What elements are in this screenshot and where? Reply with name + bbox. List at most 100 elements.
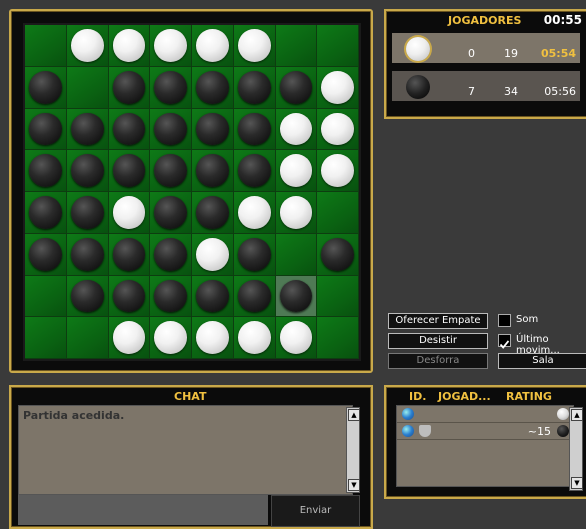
board-cell[interactable] (25, 192, 67, 234)
black-disc (70, 154, 104, 187)
board-cell[interactable] (233, 66, 276, 109)
board-cell[interactable] (275, 150, 318, 192)
board-cell[interactable] (275, 317, 318, 359)
board-cell[interactable] (192, 66, 234, 109)
chat-title: CHAT (174, 390, 207, 403)
board-cell[interactable] (275, 192, 318, 234)
board-cell[interactable] (233, 25, 276, 67)
black-disc (29, 237, 62, 271)
board-cell[interactable] (150, 275, 192, 318)
board-cell[interactable] (192, 192, 234, 234)
game-board[interactable] (23, 23, 361, 361)
board-cell[interactable] (150, 192, 192, 234)
board-cell[interactable] (150, 317, 192, 359)
white-disc (154, 29, 187, 62)
white-disc (112, 29, 146, 62)
black-disc (196, 112, 229, 146)
board-cell[interactable] (25, 150, 67, 192)
board-cell[interactable] (233, 275, 276, 318)
board-cell[interactable] (275, 66, 318, 109)
board-cell[interactable] (317, 108, 359, 151)
board-cell[interactable] (108, 275, 151, 318)
board-cell[interactable] (275, 25, 318, 67)
board-cell[interactable] (108, 192, 151, 234)
offer-draw-button[interactable]: Oferecer Empate (388, 313, 488, 329)
scroll-up-icon[interactable]: ▲ (571, 409, 583, 421)
board-cell[interactable] (317, 317, 359, 359)
black-disc (112, 279, 146, 313)
board-cell[interactable] (233, 192, 276, 234)
board-cell[interactable] (317, 275, 359, 318)
player-stat-a: 7 (468, 85, 475, 98)
board-cell[interactable] (108, 25, 151, 67)
board-cell[interactable] (192, 233, 234, 276)
board-cell[interactable] (192, 108, 234, 151)
game-clock: 00:55 (543, 13, 582, 27)
last-move-checkbox[interactable] (498, 334, 511, 349)
black-disc (29, 154, 62, 187)
board-cell[interactable] (233, 108, 276, 151)
board-cell[interactable] (317, 150, 359, 192)
board-cell[interactable] (66, 108, 109, 151)
board-cell[interactable] (192, 317, 234, 359)
board-cell[interactable] (233, 150, 276, 192)
send-button[interactable]: Enviar (271, 495, 360, 527)
board-cell[interactable] (66, 192, 109, 234)
board-cell[interactable] (66, 66, 109, 109)
room-scrollbar[interactable]: ▲ ▼ (569, 407, 583, 491)
board-cell[interactable] (66, 233, 109, 276)
board-cell[interactable] (275, 108, 318, 151)
board-cell[interactable] (108, 66, 151, 109)
rematch-button[interactable]: Desforra (388, 353, 488, 369)
room-button[interactable]: Sala (498, 353, 586, 369)
board-cell[interactable] (317, 233, 359, 276)
board-cell[interactable] (150, 108, 192, 151)
board-cell[interactable] (25, 317, 67, 359)
scroll-down-icon[interactable]: ▼ (348, 479, 360, 491)
scroll-down-icon[interactable]: ▼ (571, 477, 583, 489)
list-item[interactable] (397, 406, 573, 423)
black-disc (237, 237, 271, 271)
board-cell[interactable] (275, 275, 318, 318)
board-cell[interactable] (317, 192, 359, 234)
board-cell[interactable] (150, 66, 192, 109)
list-item[interactable]: ~15 (397, 423, 573, 440)
board-cell[interactable] (275, 233, 318, 276)
shield-icon (419, 425, 431, 437)
player-row: 0 19 05:54 (392, 33, 580, 63)
board-cell[interactable] (66, 25, 109, 67)
board-cell[interactable] (25, 233, 67, 276)
board-cell[interactable] (25, 66, 67, 109)
board-cell[interactable] (233, 317, 276, 359)
board-cell[interactable] (317, 66, 359, 109)
chat-scrollbar[interactable]: ▲ ▼ (346, 407, 360, 493)
board-cell[interactable] (66, 317, 109, 359)
board-cell[interactable] (150, 233, 192, 276)
board-cell[interactable] (25, 25, 67, 67)
board-cell[interactable] (317, 25, 359, 67)
board-cell[interactable] (233, 233, 276, 276)
board-cell[interactable] (108, 108, 151, 151)
board-cell[interactable] (108, 233, 151, 276)
board-cell[interactable] (66, 275, 109, 318)
black-disc (154, 196, 187, 229)
board-cell[interactable] (192, 275, 234, 318)
board-cell[interactable] (150, 150, 192, 192)
white-disc (237, 196, 271, 229)
black-disc (112, 112, 146, 146)
board-cell[interactable] (25, 275, 67, 318)
player-list[interactable]: ~15 (396, 405, 574, 487)
board-cell[interactable] (108, 317, 151, 359)
board-cell[interactable] (192, 25, 234, 67)
black-disc (112, 70, 146, 104)
chat-input[interactable] (18, 495, 268, 525)
sound-checkbox[interactable] (498, 314, 511, 327)
scroll-up-icon[interactable]: ▲ (348, 409, 360, 421)
white-disc (196, 29, 229, 62)
board-cell[interactable] (192, 150, 234, 192)
board-cell[interactable] (108, 150, 151, 192)
board-cell[interactable] (66, 150, 109, 192)
resign-button[interactable]: Desistir (388, 333, 488, 349)
board-cell[interactable] (150, 25, 192, 67)
board-cell[interactable] (25, 108, 67, 151)
